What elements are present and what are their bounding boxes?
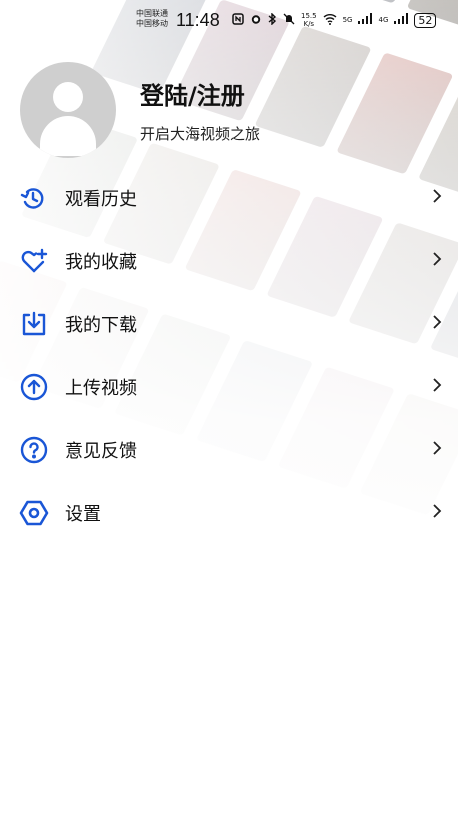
bluetooth-icon <box>268 11 277 28</box>
status-time: 11:48 <box>176 10 220 30</box>
wifi-icon <box>323 13 337 28</box>
menu-list: 观看历史 我的收藏 我的下载 上传视频 意见反馈 设置 <box>0 166 458 544</box>
chevron-right-icon <box>432 188 442 208</box>
chevron-right-icon <box>432 251 442 271</box>
nfc-icon <box>232 12 244 28</box>
alarm-icon <box>250 13 262 28</box>
status-bar: 中国联通 中国移动 11:48 15.5 K/s 5G 4G 52 <box>0 0 458 40</box>
menu-item-label: 我的下载 <box>65 314 137 336</box>
battery-indicator: 52 <box>414 12 437 28</box>
menu-item-label: 观看历史 <box>65 188 137 210</box>
chevron-right-icon <box>432 503 442 523</box>
profile-header[interactable]: 登陆/注册 开启大海视频之旅 <box>20 62 260 158</box>
menu-item-favorites[interactable]: 我的收藏 <box>0 229 458 292</box>
carrier-1: 中国联通 <box>136 9 168 18</box>
settings-icon <box>19 498 49 528</box>
net-speed: 15.5 K/s <box>301 12 317 28</box>
mute-icon <box>283 13 295 28</box>
download-icon <box>19 309 49 339</box>
carrier-info: 中国联通 中国移动 <box>136 9 168 29</box>
chevron-right-icon <box>432 440 442 460</box>
carrier-2: 中国移动 <box>136 19 168 28</box>
menu-item-settings[interactable]: 设置 <box>0 481 458 544</box>
menu-item-label: 我的收藏 <box>65 251 137 273</box>
signal-icon <box>394 13 409 27</box>
signal-icon <box>358 13 373 27</box>
user-icon <box>53 82 83 112</box>
signal-5g-label: 5G <box>342 16 353 24</box>
avatar[interactable] <box>20 62 116 158</box>
menu-item-label: 设置 <box>65 503 101 525</box>
profile-subtitle: 开启大海视频之旅 <box>140 125 261 143</box>
chevron-right-icon <box>432 314 442 334</box>
status-icons: 15.5 K/s 5G 4G 52 <box>232 11 437 28</box>
heart-icon <box>19 246 49 276</box>
login-register-link[interactable]: 登陆/注册 <box>140 76 260 111</box>
menu-item-downloads[interactable]: 我的下载 <box>0 292 458 355</box>
signal-4g-label: 4G <box>378 16 389 24</box>
menu-item-label: 意见反馈 <box>65 440 137 462</box>
history-icon <box>19 183 49 213</box>
chevron-right-icon <box>432 377 442 397</box>
menu-item-feedback[interactable]: 意见反馈 <box>0 418 458 481</box>
menu-item-label: 上传视频 <box>65 377 137 399</box>
menu-item-history[interactable]: 观看历史 <box>0 166 458 229</box>
upload-icon <box>19 372 49 402</box>
menu-item-upload[interactable]: 上传视频 <box>0 355 458 418</box>
help-icon <box>19 435 49 465</box>
